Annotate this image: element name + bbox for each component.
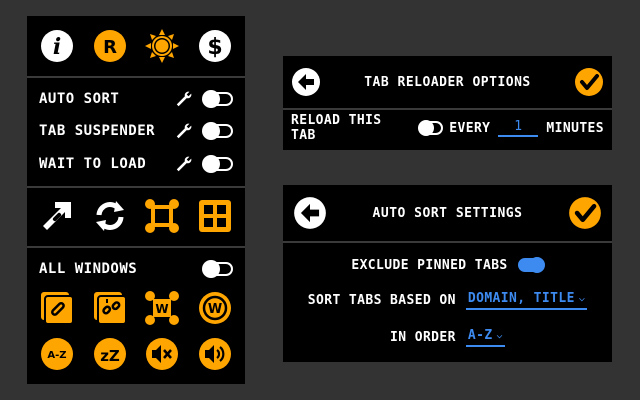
unpin-arrow-icon[interactable] <box>39 198 75 234</box>
exclude-pinned-row: EXCLUDE PINNED TABS <box>291 255 604 275</box>
w-circle-icon[interactable]: W <box>197 290 233 326</box>
autosort-header: AUTO SORT SETTINGS <box>283 193 612 233</box>
all-windows-label: ALL WINDOWS <box>39 261 138 277</box>
exclude-pinned-toggle[interactable] <box>517 257 545 273</box>
order-value: A-Z <box>467 327 493 343</box>
tab-suspender-toggle[interactable] <box>202 122 233 140</box>
every-label: EVERY <box>449 120 491 136</box>
option-wait-to-load: WAIT TO LOAD <box>39 154 233 174</box>
check-icon[interactable] <box>568 196 602 230</box>
chevron-down-icon: ⌵ <box>578 292 586 304</box>
auto-sort-panel: AUTO SORT SETTINGS EXCLUDE PINNED TABS S… <box>283 185 612 362</box>
order-row: IN ORDER A-Z ⌵ <box>291 326 604 348</box>
mute-icon[interactable] <box>144 336 180 372</box>
separator <box>27 76 245 78</box>
separator <box>283 108 612 110</box>
info-icon[interactable]: i <box>39 28 75 64</box>
check-icon[interactable] <box>574 67 604 97</box>
order-label: IN ORDER <box>390 329 456 345</box>
separator <box>27 246 245 248</box>
dollar-icon[interactable]: $ <box>197 28 233 64</box>
separator <box>283 241 612 243</box>
wrench-icon[interactable] <box>175 155 193 173</box>
svg-text:R: R <box>103 37 117 58</box>
bottom-icon-row-1: W W <box>27 288 245 328</box>
back-arrow-icon[interactable] <box>291 67 321 97</box>
bottom-icon-row-2: A-Z zZ <box>27 334 245 374</box>
link-tab-icon[interactable] <box>39 290 75 326</box>
wrench-icon[interactable] <box>175 122 193 140</box>
a-z-icon[interactable]: A-Z <box>39 336 75 372</box>
sort-by-value: DOMAIN, TITLE <box>467 290 575 306</box>
minutes-label: MINUTES <box>546 120 604 136</box>
reload-row: RELOAD THIS TAB EVERY 1 MINUTES <box>291 113 604 143</box>
separator <box>27 186 245 188</box>
option-auto-sort: AUTO SORT <box>39 89 233 109</box>
reload-toggle[interactable] <box>418 120 444 136</box>
action-icon-row <box>27 196 245 236</box>
svg-text:W: W <box>208 302 222 317</box>
back-arrow-icon[interactable] <box>293 196 327 230</box>
top-icon-row: i R $ <box>27 26 245 66</box>
minutes-input[interactable]: 1 <box>498 119 539 137</box>
all-windows-row: ALL WINDOWS <box>39 259 233 279</box>
option-label: AUTO SORT <box>39 91 120 107</box>
all-windows-toggle[interactable] <box>202 260 233 278</box>
reload-label: RELOAD THIS TAB <box>291 113 382 143</box>
grid-icon[interactable] <box>197 198 233 234</box>
option-tab-suspender: TAB SUSPENDER <box>39 121 233 141</box>
reloader-title: TAB RELOADER OPTIONS <box>364 74 531 90</box>
option-label: TAB SUSPENDER <box>39 123 156 139</box>
chevron-down-icon: ⌵ <box>496 329 503 341</box>
w-crossed-icon[interactable]: W <box>144 290 180 326</box>
exclude-pinned-label: EXCLUDE PINNED TABS <box>351 257 508 273</box>
reload-icon[interactable] <box>92 198 128 234</box>
sun-icon[interactable] <box>144 28 180 64</box>
reloader-header: TAB RELOADER OPTIONS <box>283 62 612 102</box>
volume-icon[interactable] <box>197 336 233 372</box>
crossed-tab-icon[interactable] <box>144 198 180 234</box>
svg-text:W: W <box>156 302 169 316</box>
svg-text:A-Z: A-Z <box>48 350 67 361</box>
wait-to-load-toggle[interactable] <box>202 155 233 173</box>
svg-text:$: $ <box>207 35 222 60</box>
order-select[interactable]: A-Z ⌵ <box>465 327 505 347</box>
wrench-icon[interactable] <box>175 90 193 108</box>
autosort-title: AUTO SORT SETTINGS <box>372 205 523 221</box>
svg-text:zZ: zZ <box>100 347 120 365</box>
sort-by-select[interactable]: DOMAIN, TITLE ⌵ <box>465 290 588 310</box>
svg-text:i: i <box>53 34 61 60</box>
auto-sort-toggle[interactable] <box>202 90 233 108</box>
sort-by-label: SORT TABS BASED ON <box>307 292 456 308</box>
tab-reloader-panel: TAB RELOADER OPTIONS RELOAD THIS TAB EVE… <box>283 56 612 150</box>
option-label: WAIT TO LOAD <box>39 156 147 172</box>
sort-by-row: SORT TABS BASED ON DOMAIN, TITLE ⌵ <box>291 289 604 311</box>
unlink-tab-icon[interactable] <box>92 290 128 326</box>
r-icon[interactable]: R <box>92 28 128 64</box>
sleep-icon[interactable]: zZ <box>92 336 128 372</box>
main-menu-panel: i R $ AUTO SORT TAB SUSPENDER WAIT TO LO… <box>27 16 245 384</box>
